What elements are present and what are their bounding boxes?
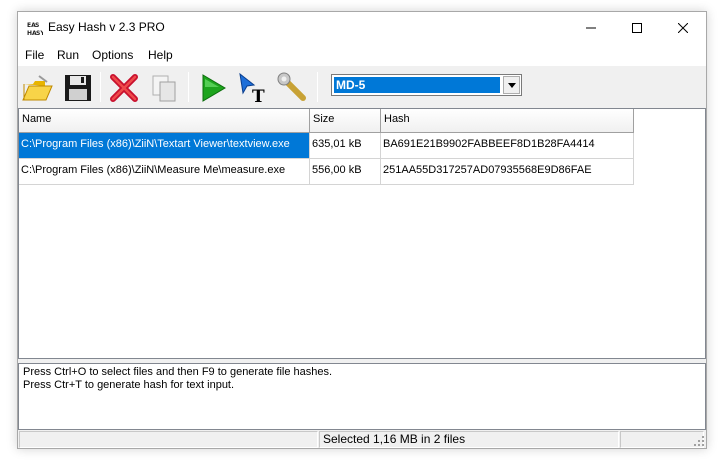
folder-open-icon <box>22 75 53 101</box>
toolbar-separator <box>100 72 101 102</box>
hash-algorithm-select[interactable]: MD-5 <box>331 74 522 96</box>
remove-button[interactable] <box>107 71 141 105</box>
column-header-name[interactable]: Name <box>19 109 310 133</box>
status-panel-selection: Selected 1,16 MB in 2 files <box>319 431 619 448</box>
wrench-icon <box>277 72 306 101</box>
status-bar: Selected 1,16 MB in 2 files <box>18 430 706 448</box>
minimize-icon <box>586 27 596 28</box>
copy-button[interactable] <box>148 71 182 105</box>
message-log[interactable]: Press Ctrl+O to select files and then F9… <box>18 363 706 430</box>
minimize-button[interactable] <box>568 12 614 43</box>
list-header: Name Size Hash <box>19 109 634 133</box>
file-hash-cell: 251AA55D317257AD07935568E9D86FAE <box>381 159 634 185</box>
generate-hash-button[interactable] <box>196 71 230 105</box>
file-hash-cell: BA691E21B9902FABBEEF8D1B28FA4414 <box>381 133 634 159</box>
status-panel-left <box>19 431 318 448</box>
app-window: EA S HA SY Easy Hash v 2.3 PRO File Run … <box>17 11 707 449</box>
menu-file[interactable]: File <box>25 48 44 62</box>
file-size-cell: 556,00 kB <box>310 159 381 185</box>
cursor-text-icon: T <box>239 72 265 105</box>
copy-pages-icon <box>152 75 176 102</box>
easy-hash-app-icon: EA S HA SY <box>26 20 43 37</box>
menu-run[interactable]: Run <box>57 48 79 62</box>
menu-options[interactable]: Options <box>92 48 133 62</box>
svg-text:SY: SY <box>36 30 43 37</box>
toolbar-separator <box>317 72 318 102</box>
table-row[interactable]: C:\Program Files (x86)\ZiiN\Measure Me\m… <box>19 159 634 185</box>
table-row[interactable]: C:\Program Files (x86)\ZiiN\Textart View… <box>19 133 634 159</box>
log-line: Press Ctr+T to generate hash for text in… <box>23 379 235 391</box>
close-button[interactable] <box>660 12 706 43</box>
dropdown-button[interactable] <box>503 76 520 94</box>
maximize-icon <box>632 22 642 33</box>
log-line: Press Ctrl+O to select files and then F9… <box>23 366 333 378</box>
file-name-cell: C:\Program Files (x86)\ZiiN\Measure Me\m… <box>19 159 310 185</box>
menu-bar: File Run Options Help <box>18 43 706 66</box>
title-bar[interactable]: EA S HA SY Easy Hash v 2.3 PRO <box>18 12 706 43</box>
status-panel-right <box>620 431 704 448</box>
column-header-size[interactable]: Size <box>310 109 381 133</box>
menu-help[interactable]: Help <box>148 48 173 62</box>
toolbar-separator <box>188 72 189 102</box>
column-header-hash[interactable]: Hash <box>381 109 634 133</box>
file-list[interactable]: Name Size Hash C:\Program Files (x86)\Zi… <box>18 108 706 359</box>
floppy-disk-icon <box>65 75 91 101</box>
chevron-down-icon <box>507 82 516 88</box>
green-play-icon <box>202 74 226 102</box>
hash-text-button[interactable]: T <box>236 71 270 105</box>
window-title: Easy Hash v 2.3 PRO <box>48 20 165 34</box>
resize-grip-icon[interactable] <box>693 435 705 447</box>
save-button[interactable] <box>61 71 95 105</box>
red-x-icon <box>110 74 138 102</box>
svg-text:T: T <box>252 87 265 105</box>
close-icon <box>678 22 688 33</box>
file-name-cell: C:\Program Files (x86)\ZiiN\Textart View… <box>19 133 310 159</box>
maximize-button[interactable] <box>614 12 660 43</box>
open-files-button[interactable] <box>20 71 54 105</box>
svg-text:S: S <box>35 22 39 29</box>
file-size-cell: 635,01 kB <box>310 133 381 159</box>
hash-algorithm-value: MD-5 <box>334 77 500 93</box>
settings-button[interactable] <box>276 71 310 105</box>
